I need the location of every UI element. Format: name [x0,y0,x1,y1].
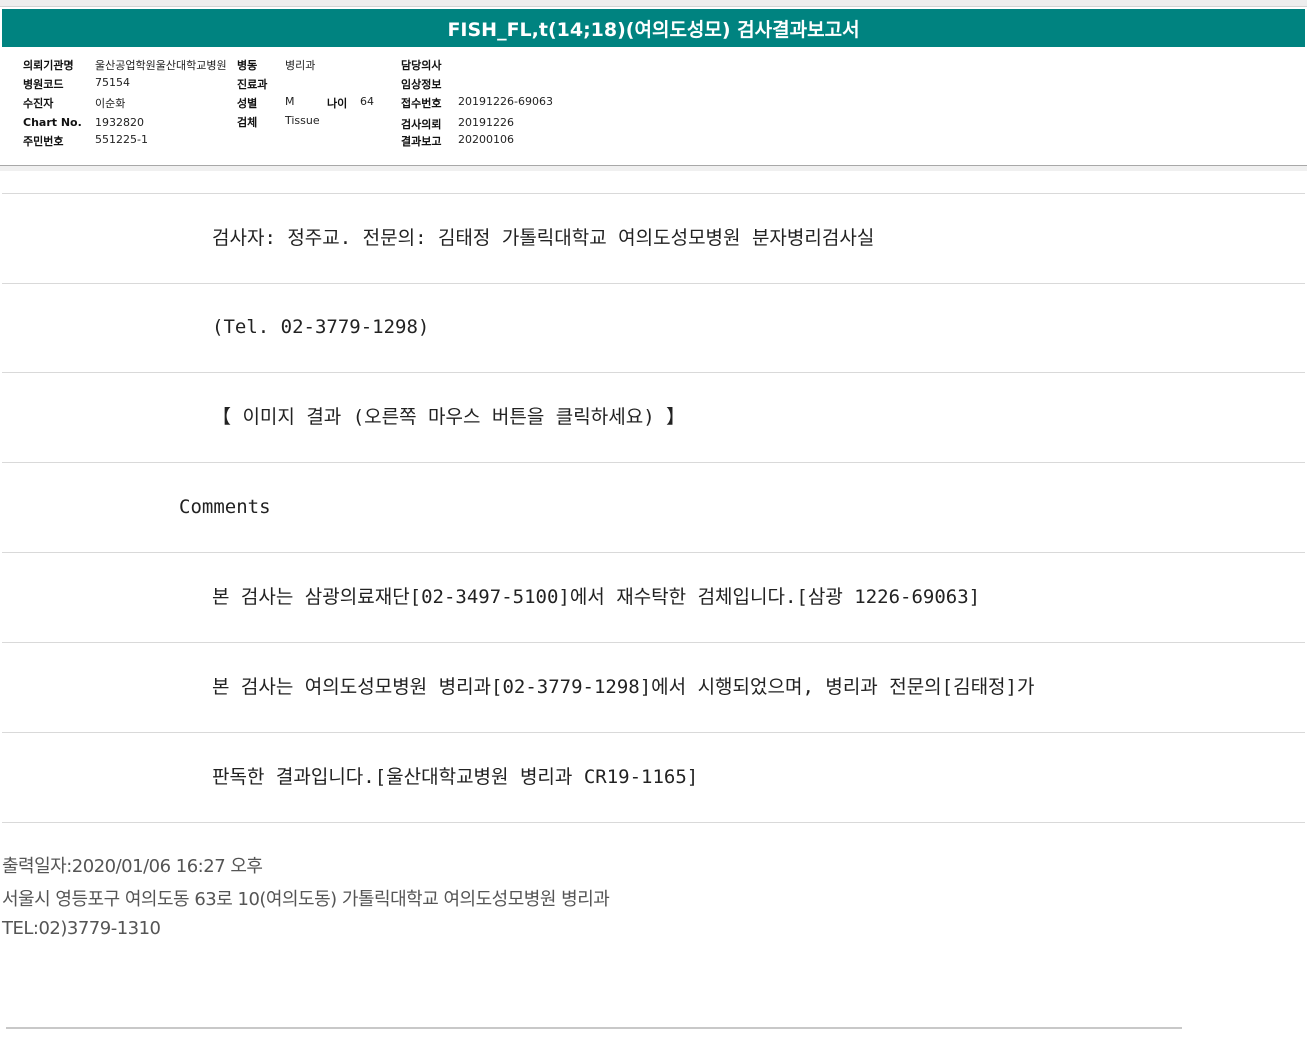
result-row[interactable]: 【 이미지 결과 (오른쪽 마우스 버튼을 클릭하세요) 】 [2,373,1305,463]
clinical-info-label: 임상정보 [401,78,442,91]
comments-heading: Comments [179,496,271,518]
request-label: 검사의뢰 [401,118,442,131]
result-row: 검사자: 정주교. 전문의: 김태정 가톨릭대학교 여의도성모병원 분자병리검사… [2,193,1305,284]
patient-value: 이순화 [95,97,126,110]
comment-line-3: 판독한 결과입니다.[울산대학교병원 병리과 CR19-1165] [212,766,699,788]
horizontal-scrollbar[interactable] [6,1027,1182,1029]
hospital-code-label: 병원코드 [23,78,64,91]
comment-line-1: 본 검사는 삼광의료재단[02-3497-5100]에서 재수탁한 검체입니다.… [212,586,981,608]
comment-line-2: 본 검사는 여의도성모병원 병리과[02-3779-1298]에서 시행되었으며… [212,676,1035,698]
patient-info-header: 의뢰기관명 울산공업학원울산대학교병원 병동 병리과 담당의사 병원코드 751… [0,47,1307,166]
result-row: 본 검사는 삼광의료재단[02-3497-5100]에서 재수탁한 검체입니다.… [2,553,1305,643]
report-date-value: 20200106 [458,133,514,146]
report-title-bar: FISH_FL,t(14;18)(여의도성모) 검사결과보고서 [2,9,1305,47]
print-date: 출력일자:2020/01/06 16:27 오후 [2,856,263,877]
request-value: 20191226 [458,116,514,129]
institution-label: 의뢰기관명 [23,59,74,72]
result-row: 판독한 결과입니다.[울산대학교병원 병리과 CR19-1165] [2,733,1305,823]
patient-label: 수진자 [23,97,54,110]
id-number-label: 주민번호 [23,135,64,148]
chart-no-value: 1932820 [95,116,144,129]
examiner-line: 검사자: 정주교. 전문의: 김태정 가톨릭대학교 여의도성모병원 분자병리검사… [212,227,875,249]
ward-value: 병리과 [285,59,316,72]
sex-value: M [285,95,295,108]
institution-value: 울산공업학원울산대학교병원 [95,59,227,72]
sex-label: 성별 [237,97,258,110]
receipt-label: 접수번호 [401,97,442,110]
specimen-value: Tissue [285,114,320,127]
header-shadow [0,166,1307,171]
age-label: 나이 [327,97,348,110]
hospital-address: 서울시 영등포구 여의도동 63로 10(여의도동) 가톨릭대학교 여의도성모병… [2,889,610,910]
result-row: 본 검사는 여의도성모병원 병리과[02-3779-1298]에서 시행되었으며… [2,643,1305,733]
result-row: Comments [2,463,1305,553]
result-row: (Tel. 02-3779-1298) [2,283,1305,373]
age-value: 64 [360,95,374,108]
hospital-tel: TEL:02)3779-1310 [2,918,161,939]
id-number-value: 551225-1 [95,133,148,146]
report-title: FISH_FL,t(14;18)(여의도성모) 검사결과보고서 [447,18,860,41]
hospital-code-value: 75154 [95,76,130,89]
chart-no-label: Chart No. [23,116,82,129]
department-label: 진료과 [237,78,268,91]
tel-line: (Tel. 02-3779-1298) [212,316,430,338]
top-strip [0,0,1307,7]
ward-label: 병동 [237,59,258,72]
specimen-label: 검체 [237,116,258,129]
report-date-label: 결과보고 [401,135,442,148]
image-result-link[interactable]: 【 이미지 결과 (오른쪽 마우스 버튼을 클릭하세요) 】 [212,373,685,462]
doctor-label: 담당의사 [401,59,442,72]
receipt-value: 20191226-69063 [458,95,553,108]
